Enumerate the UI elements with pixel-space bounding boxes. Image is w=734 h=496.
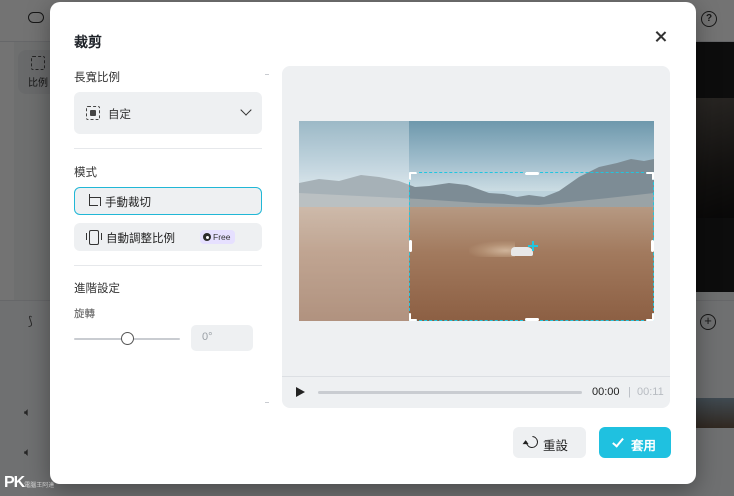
crop-center-marker bbox=[528, 241, 538, 251]
apply-button-label: 套用 bbox=[631, 439, 657, 453]
apply-button[interactable]: 套用 bbox=[599, 427, 671, 458]
divider bbox=[282, 376, 670, 377]
free-badge: Free bbox=[200, 230, 236, 244]
playback-progress-bar[interactable] bbox=[318, 391, 582, 394]
crop-edge-handle-top[interactable] bbox=[525, 172, 539, 175]
video-frame bbox=[299, 121, 654, 321]
crop-corner-handle[interactable] bbox=[409, 313, 411, 321]
total-time: 00:11 bbox=[637, 386, 664, 398]
crop-corner-handle[interactable] bbox=[652, 172, 654, 180]
aspect-ratio-value: 自定 bbox=[108, 109, 131, 121]
watermark-logo: PK電腦王阿達 bbox=[4, 474, 55, 491]
free-badge-label: Free bbox=[213, 232, 231, 242]
crop-corner-handle[interactable] bbox=[409, 172, 411, 180]
manual-crop-button[interactable]: 手動裁切 bbox=[74, 187, 262, 215]
rotate-input[interactable]: 0° bbox=[191, 325, 253, 351]
chevron-down-icon bbox=[240, 104, 252, 116]
crop-edge-handle-right[interactable] bbox=[651, 240, 654, 252]
crop-preview-panel: 00:00 | 00:11 bbox=[282, 66, 670, 408]
coin-icon bbox=[203, 233, 211, 241]
manual-crop-label: 手動裁切 bbox=[105, 197, 151, 209]
auto-ratio-button[interactable]: 自動調整比例 Free bbox=[74, 223, 262, 251]
crop-dialog: 裁剪 長寬比例 自定 模式 手動裁切 自動調整比例 Free 進階設定 旋轉 0… bbox=[50, 2, 696, 484]
auto-ratio-label: 自動調整比例 bbox=[106, 233, 175, 245]
crop-icon bbox=[86, 194, 101, 208]
auto-reframe-icon bbox=[86, 230, 102, 245]
crop-edge-handle-bottom[interactable] bbox=[525, 318, 539, 321]
time-separator: | bbox=[628, 386, 631, 398]
advanced-settings-label: 進階設定 bbox=[74, 283, 120, 295]
play-icon[interactable] bbox=[296, 387, 305, 397]
reset-button-label: 重設 bbox=[543, 439, 569, 453]
rotate-label: 旋轉 bbox=[74, 308, 95, 320]
reset-icon bbox=[523, 433, 541, 451]
custom-ratio-icon bbox=[86, 106, 100, 120]
crop-edge-handle-left[interactable] bbox=[409, 240, 412, 252]
close-icon[interactable] bbox=[652, 28, 670, 46]
current-time: 00:00 bbox=[592, 386, 620, 398]
check-icon bbox=[612, 435, 624, 448]
dialog-title: 裁剪 bbox=[74, 34, 102, 50]
scroll-indicator bbox=[265, 402, 269, 403]
mode-label: 模式 bbox=[74, 167, 97, 179]
aspect-ratio-select[interactable]: 自定 bbox=[74, 92, 262, 134]
reset-button[interactable]: 重設 bbox=[513, 427, 586, 458]
divider bbox=[74, 265, 262, 266]
aspect-ratio-label: 長寬比例 bbox=[74, 72, 120, 84]
crop-corner-handle[interactable] bbox=[652, 313, 654, 321]
rotate-slider-thumb[interactable] bbox=[120, 332, 134, 345]
divider bbox=[74, 148, 262, 149]
crop-dim-overlay bbox=[299, 121, 409, 321]
scroll-indicator bbox=[265, 74, 269, 75]
